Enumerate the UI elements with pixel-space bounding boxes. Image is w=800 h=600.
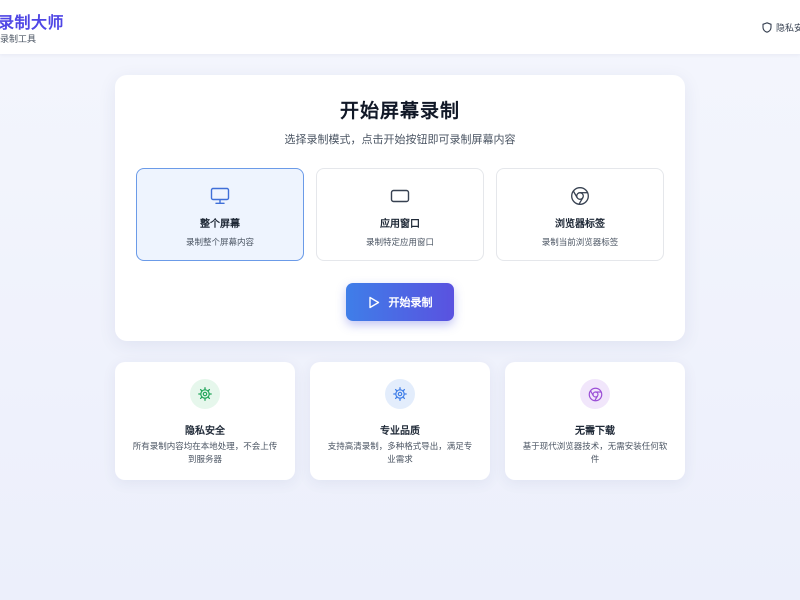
feature-desc: 支持高清录制，多种格式导出，满足专业需求 — [327, 442, 473, 465]
play-icon — [368, 296, 379, 308]
shield-icon — [762, 21, 772, 33]
window-icon — [390, 189, 410, 203]
feature-desc: 基于现代浏览器技术，无需安装任何软件 — [522, 442, 668, 465]
mode-desc: 录制当前浏览器标签 — [541, 238, 619, 248]
feature-card-quality: 专业品质 支持高清录制，多种格式导出，满足专业需求 — [310, 362, 490, 480]
mode-desc: 录制整个屏幕内容 — [185, 238, 254, 248]
mode-option-full-screen[interactable]: 整个屏幕 录制整个屏幕内容 — [136, 168, 304, 261]
gear-icon — [393, 387, 407, 401]
chrome-icon — [571, 187, 589, 205]
feature-icon-badge — [580, 379, 610, 409]
page-title: 开始屏幕录制 — [339, 100, 460, 122]
mode-option-app-window[interactable]: 应用窗口 录制特定应用窗口 — [316, 168, 484, 261]
mode-label: 整个屏幕 — [200, 219, 240, 230]
page-subtitle: 选择录制模式，点击开始按钮即可录制屏幕内容 — [284, 133, 516, 146]
feature-title: 无需下载 — [575, 426, 615, 437]
gear-icon — [198, 387, 212, 401]
start-recording-button[interactable]: 开始录制 — [346, 283, 454, 321]
feature-icon-badge — [385, 379, 415, 409]
feature-card-privacy: 隐私安全 所有录制内容均在本地处理，不会上传到服务器 — [115, 362, 295, 480]
mode-label: 应用窗口 — [380, 219, 420, 230]
start-recording-label: 开始录制 — [388, 296, 433, 309]
app-subtitle: 录制工具 — [0, 35, 37, 45]
app-header: 录制大师 录制工具 隐私安 — [0, 0, 800, 54]
privacy-label: 隐私安 — [776, 23, 800, 34]
mode-desc: 录制特定应用窗口 — [365, 238, 434, 248]
privacy-link[interactable]: 隐私安 — [762, 20, 800, 34]
feature-title: 专业品质 — [380, 426, 420, 437]
feature-icon-badge — [190, 379, 220, 409]
monitor-icon — [210, 187, 230, 204]
app-title: 录制大师 — [0, 13, 65, 32]
feature-desc: 所有录制内容均在本地处理，不会上传到服务器 — [132, 442, 278, 465]
mode-option-browser-tab[interactable]: 浏览器标签 录制当前浏览器标签 — [496, 168, 664, 261]
mode-label: 浏览器标签 — [555, 219, 605, 230]
feature-title: 隐私安全 — [185, 426, 225, 437]
chrome-icon — [588, 387, 602, 401]
feature-card-no-download: 无需下载 基于现代浏览器技术，无需安装任何软件 — [505, 362, 685, 480]
